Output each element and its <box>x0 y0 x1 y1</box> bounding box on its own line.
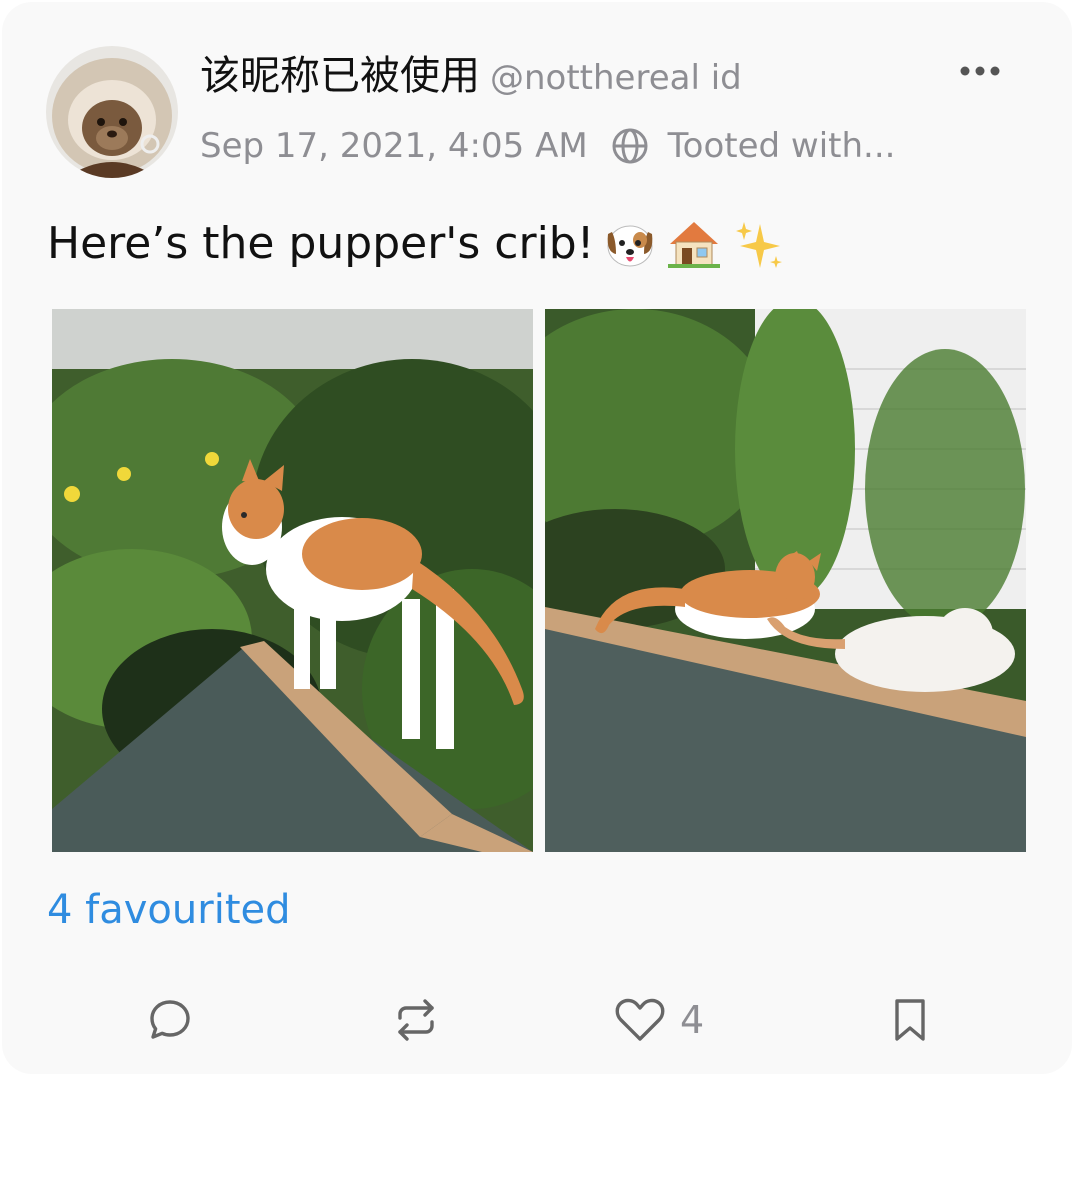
boost-icon <box>398 999 434 1041</box>
reply-icon <box>150 1000 190 1039</box>
account-handle: @notthereal id <box>490 58 742 98</box>
timestamp[interactable]: Sep 17, 2021, 4:05 AM <box>200 126 588 166</box>
dog-face-emoji <box>607 225 653 267</box>
more-options-icon[interactable] <box>952 54 1008 88</box>
favourited-count-link[interactable]: 4 favourited <box>47 882 291 938</box>
favourite-count: 4 <box>680 998 705 1042</box>
status-content: Here’s the pupper's crib! <box>47 214 786 274</box>
globe-icon <box>612 128 648 164</box>
bookmark-icon <box>895 999 925 1041</box>
avatar[interactable] <box>46 46 178 178</box>
status-text: Here’s the pupper's crib! <box>47 218 595 269</box>
status-meta: Sep 17, 2021, 4:05 AM Tooted with... <box>200 122 895 170</box>
account-display-name[interactable]: 该昵称已被使用 @notthereal id <box>200 50 742 104</box>
media-attachment-2[interactable] <box>545 309 1026 852</box>
house-emoji <box>668 222 721 268</box>
reply-button[interactable] <box>142 992 198 1048</box>
media-attachment-1[interactable] <box>52 309 533 852</box>
boost-button[interactable] <box>388 992 444 1048</box>
display-name-text: 该昵称已被使用 <box>200 53 480 99</box>
client-label[interactable]: Tooted with... <box>668 126 896 166</box>
heart-icon <box>615 998 665 1041</box>
status-card[interactable]: 该昵称已被使用 @notthereal id Sep 17, 2021, 4:05… <box>2 2 1072 1074</box>
sparkles-emoji <box>736 222 783 268</box>
bookmark-button[interactable] <box>882 992 938 1048</box>
favourite-button[interactable]: 4 <box>614 992 724 1048</box>
